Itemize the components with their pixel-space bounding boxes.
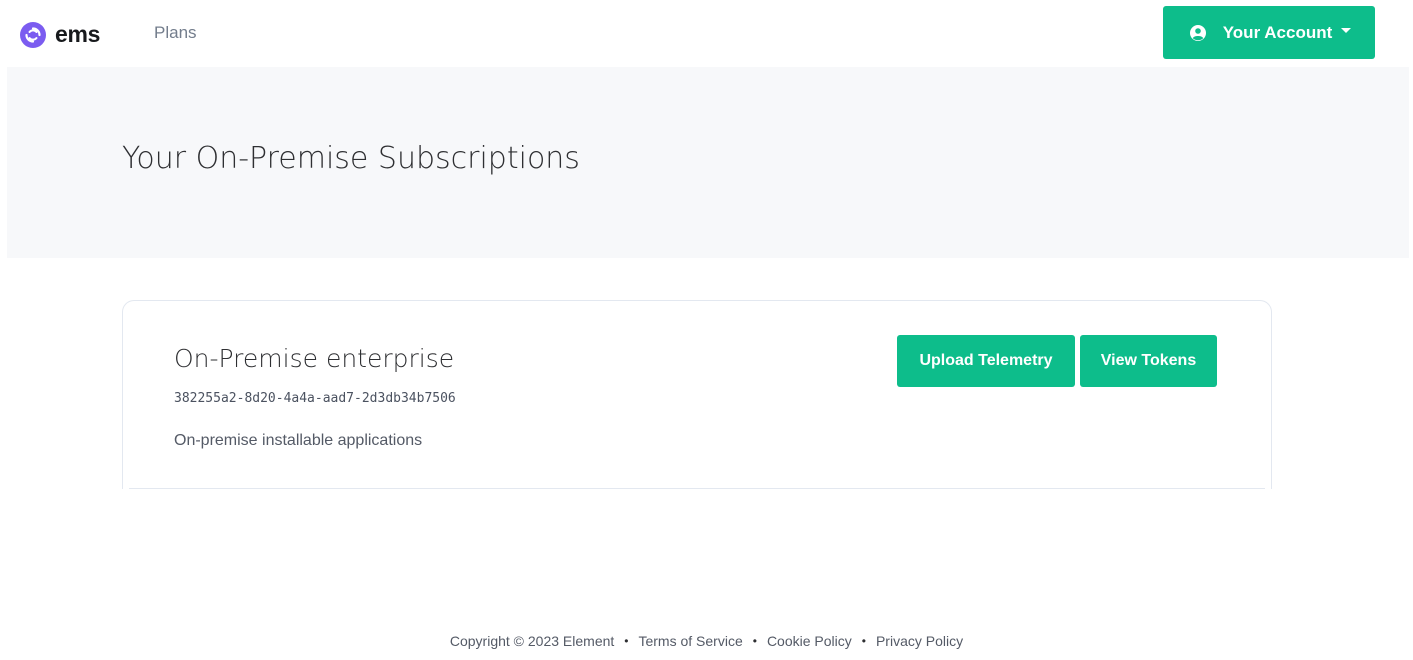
footer-link-cookie-policy[interactable]: Cookie Policy bbox=[767, 633, 852, 649]
chevron-down-icon bbox=[1341, 28, 1352, 33]
your-account-label: Your Account bbox=[1222, 22, 1333, 42]
element-logo-icon bbox=[20, 21, 46, 48]
brand-name: ems bbox=[55, 21, 101, 47]
user-circle-icon bbox=[1189, 24, 1207, 42]
footer: Copyright © 2023 Element • Terms of Serv… bbox=[0, 633, 1413, 649]
footer-link-terms[interactable]: Terms of Service bbox=[638, 633, 742, 649]
upload-telemetry-button[interactable]: Upload Telemetry bbox=[897, 335, 1075, 387]
footer-separator: • bbox=[624, 634, 629, 648]
subscription-card: On-Premise enterprise 382255a2-8d20-4a4a… bbox=[122, 300, 1272, 489]
top-navbar: ems Plans Your Account bbox=[0, 0, 1413, 66]
card-divider bbox=[129, 488, 1265, 489]
your-account-dropdown-button[interactable]: Your Account bbox=[1163, 6, 1375, 59]
footer-copyright: Copyright © 2023 Element bbox=[449, 633, 615, 649]
subscription-description: On-premise installable applications bbox=[174, 432, 423, 449]
page-header: Your On-Premise Subscriptions bbox=[7, 67, 1409, 258]
footer-separator: • bbox=[752, 634, 757, 648]
brand[interactable]: ems bbox=[20, 21, 100, 48]
page-title: Your On-Premise Subscriptions bbox=[122, 141, 580, 176]
footer-separator: • bbox=[861, 634, 866, 648]
footer-link-privacy-policy[interactable]: Privacy Policy bbox=[876, 633, 963, 649]
subscription-id: 382255a2-8d20-4a4a-aad7-2d3db34b7506 bbox=[174, 391, 456, 406]
subscription-title: On-Premise enterprise bbox=[174, 344, 455, 373]
nav-link-plans[interactable]: Plans bbox=[154, 23, 197, 43]
view-tokens-button[interactable]: View Tokens bbox=[1080, 335, 1217, 387]
